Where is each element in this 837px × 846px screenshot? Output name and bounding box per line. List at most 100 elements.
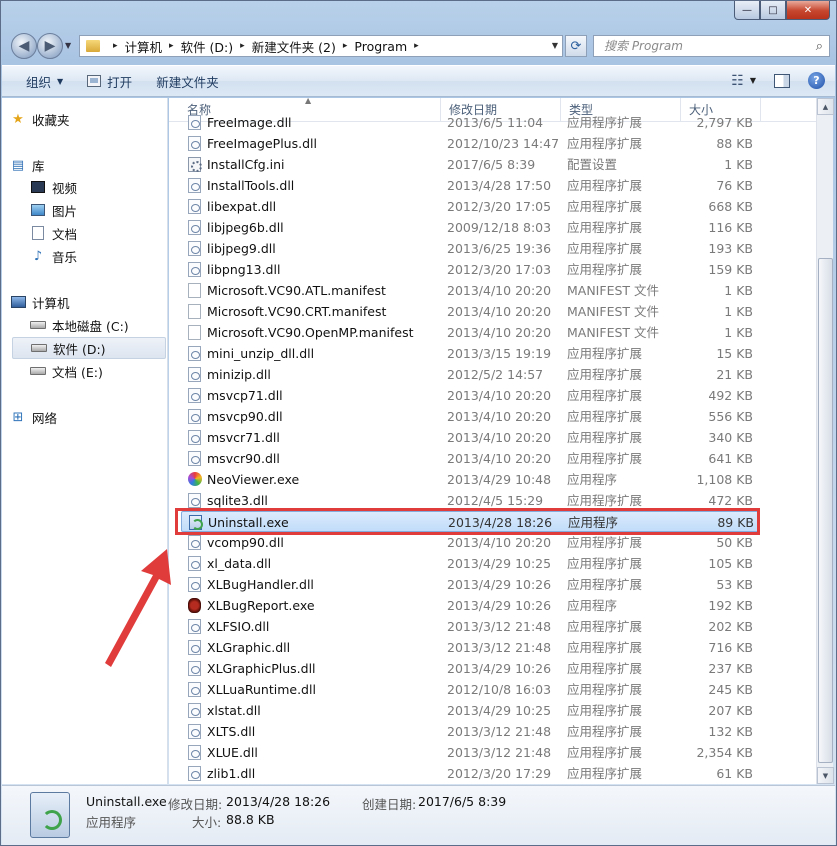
change-view-icon[interactable]: ☷ <box>731 73 744 89</box>
file-row[interactable]: zlib1.dll 2012/3/20 17:29 应用程序扩展 61 KB <box>181 763 759 784</box>
file-row[interactable]: XLUE.dll 2013/3/12 21:48 应用程序扩展 2,354 KB <box>181 742 759 763</box>
address-row: ◀ ▶ ▼ ▸ 计算机 ▸ 软件 (D:) ▸ 新建文件夹 (2) ▸ Prog… <box>9 31 830 61</box>
forward-button[interactable]: ▶ <box>37 33 63 59</box>
file-date: 2012/3/20 17:05 <box>447 199 552 214</box>
dll-icon <box>188 535 201 550</box>
scroll-down-icon[interactable]: ▼ <box>817 767 834 784</box>
minimize-button[interactable]: — <box>734 1 760 20</box>
organize-button[interactable]: 组织 ▼ <box>26 72 63 91</box>
file-row[interactable]: msvcr71.dll 2013/4/10 20:20 应用程序扩展 340 KB <box>181 427 759 448</box>
address-bar[interactable]: ▸ 计算机 ▸ 软件 (D:) ▸ 新建文件夹 (2) ▸ Program ▸ … <box>79 35 563 57</box>
new-folder-button[interactable]: 新建文件夹 <box>156 72 219 91</box>
file-row[interactable]: msvcp71.dll 2013/4/10 20:20 应用程序扩展 492 KB <box>181 385 759 406</box>
preview-pane-icon[interactable] <box>774 73 790 88</box>
file-row[interactable]: Microsoft.VC90.CRT.manifest 2013/4/10 20:… <box>181 301 759 322</box>
sidebar-item-pictures[interactable]: 图片 <box>30 199 77 221</box>
recent-pages-dropdown-icon[interactable]: ▼ <box>65 41 71 50</box>
file-row[interactable]: msvcr90.dll 2013/4/10 20:20 应用程序扩展 641 KB <box>181 448 759 469</box>
file-row[interactable]: XLGraphic.dll 2013/3/12 21:48 应用程序扩展 716 KB <box>181 637 759 658</box>
breadcrumb-separator-icon[interactable]: ▸ <box>169 41 174 51</box>
breadcrumb-drive-d[interactable]: 软件 (D:) <box>181 37 234 56</box>
file-row[interactable]: XLBugHandler.dll 2013/4/29 10:26 应用程序扩展 53 … <box>181 574 759 595</box>
sidebar-item-drive-d[interactable]: 软件 (D:) <box>12 337 166 359</box>
sidebar-item-favorites[interactable]: ★ 收藏夹 <box>10 108 69 130</box>
sidebar-item-documents[interactable]: 文档 <box>30 222 77 244</box>
file-row[interactable]: libpng13.dll 2012/3/20 17:03 应用程序扩展 159 KB <box>181 259 759 280</box>
view-options-dropdown-icon[interactable]: ▼ <box>750 76 756 85</box>
address-dropdown-icon[interactable]: ▼ <box>552 41 558 50</box>
file-name: msvcr71.dll <box>207 430 280 445</box>
help-icon[interactable]: ? <box>808 72 825 89</box>
details-pane: Uninstall.exe 应用程序 修改日期: 2013/4/28 18:26… <box>2 785 835 845</box>
sidebar-item-computer[interactable]: 计算机 <box>10 291 70 313</box>
close-button[interactable]: ✕ <box>786 1 830 20</box>
organize-label: 组织 <box>26 74 52 90</box>
file-row[interactable]: xl_data.dll 2013/4/29 10:25 应用程序扩展 105 KB <box>181 553 759 574</box>
file-name: XLGraphic.dll <box>207 640 291 655</box>
file-row[interactable]: Microsoft.VC90.OpenMP.manifest 2013/4/10 … <box>181 322 759 343</box>
file-size: 61 KB <box>716 766 753 781</box>
breadcrumb-separator-icon[interactable]: ▸ <box>414 41 419 51</box>
file-row[interactable]: FreeImagePlus.dll 2012/10/23 14:47 应用程序扩展 8… <box>181 133 759 154</box>
search-box[interactable]: ⌕ <box>593 35 830 57</box>
refresh-icon: ⟳ <box>570 38 582 54</box>
file-row[interactable]: Microsoft.VC90.ATL.manifest 2013/4/10 20:… <box>181 280 759 301</box>
file-name: XLBugReport.exe <box>207 598 315 613</box>
scroll-up-icon[interactable]: ▲ <box>817 98 834 115</box>
file-type: 应用程序扩展 <box>567 766 643 781</box>
file-type: 应用程序扩展 <box>567 535 643 550</box>
refresh-button[interactable]: ⟳ <box>565 35 587 57</box>
open-icon <box>87 75 102 87</box>
open-button[interactable]: 打开 <box>87 72 132 91</box>
search-input[interactable] <box>602 38 802 54</box>
file-row[interactable]: libjpeg6b.dll 2009/12/18 8:03 应用程序扩展 116 KB <box>181 217 759 238</box>
sidebar-item-drive-e[interactable]: 文档 (E:) <box>30 360 103 382</box>
file-rows: FreeImage.dll 2013/6/5 11:04 应用程序扩展 2,797 K… <box>169 115 816 784</box>
file-date: 2013/4/29 10:48 <box>447 472 552 487</box>
maximize-button[interactable]: □ <box>760 1 786 20</box>
sidebar-item-music[interactable]: ♪ 音乐 <box>30 245 77 267</box>
file-list: 名称 ▲ 修改日期 类型 大小 FreeImage.dll 2013/6/5 11… <box>169 98 816 784</box>
breadcrumb-new-folder-2[interactable]: 新建文件夹 (2) <box>252 37 336 56</box>
file-row[interactable]: libjpeg9.dll 2013/6/25 19:36 应用程序扩展 193 KB <box>181 238 759 259</box>
file-row[interactable]: XLLuaRuntime.dll 2012/10/8 16:03 应用程序扩展 245… <box>181 679 759 700</box>
file-row[interactable]: XLTS.dll 2013/3/12 21:48 应用程序扩展 132 KB <box>181 721 759 742</box>
file-row[interactable]: XLGraphicPlus.dll 2013/4/29 10:26 应用程序扩展 23… <box>181 658 759 679</box>
file-size: 105 KB <box>708 556 753 571</box>
file-row[interactable]: XLFSIO.dll 2013/3/12 21:48 应用程序扩展 202 KB <box>181 616 759 637</box>
breadcrumb-separator-icon[interactable]: ▸ <box>113 41 118 51</box>
search-icon[interactable]: ⌕ <box>816 39 823 54</box>
dll-icon <box>188 136 201 151</box>
vertical-scrollbar[interactable]: ▲ ▼ <box>816 98 834 784</box>
file-row[interactable]: vcomp90.dll 2013/4/10 20:20 应用程序扩展 50 KB <box>181 532 759 553</box>
sidebar-item-libraries[interactable]: ▤ 库 <box>10 154 45 176</box>
file-row[interactable]: NeoViewer.exe 2013/4/29 10:48 应用程序 1,108 KB <box>181 469 759 490</box>
file-type: 应用程序扩展 <box>567 430 643 445</box>
breadcrumb-computer[interactable]: 计算机 <box>125 37 163 56</box>
sidebar-item-network[interactable]: ⊞ 网络 <box>10 406 57 428</box>
file-row[interactable]: XLBugReport.exe 2013/4/29 10:26 应用程序 192 KB <box>181 595 759 616</box>
breadcrumb-separator-icon[interactable]: ▸ <box>343 41 348 51</box>
dll-icon <box>188 199 201 214</box>
scrollbar-thumb[interactable] <box>818 258 833 763</box>
file-row[interactable]: xlstat.dll 2013/4/29 10:25 应用程序扩展 207 KB <box>181 700 759 721</box>
file-name: XLTS.dll <box>207 724 256 739</box>
file-date: 2013/3/12 21:48 <box>447 724 552 739</box>
file-row[interactable]: minizip.dll 2012/5/2 14:57 应用程序扩展 21 KB <box>181 364 759 385</box>
ini-icon <box>188 157 202 172</box>
file-date: 2013/4/10 20:20 <box>447 283 552 298</box>
file-date: 2013/4/10 20:20 <box>447 409 552 424</box>
sidebar-item-videos[interactable]: 视频 <box>30 176 77 198</box>
breadcrumb-program[interactable]: Program <box>354 39 407 54</box>
file-row[interactable]: msvcp90.dll 2013/4/10 20:20 应用程序扩展 556 KB <box>181 406 759 427</box>
file-row[interactable]: mini_unzip_dll.dll 2013/3/15 19:19 应用程序扩展 1… <box>181 343 759 364</box>
file-row[interactable]: libexpat.dll 2012/3/20 17:05 应用程序扩展 668 KB <box>181 196 759 217</box>
file-row[interactable]: FreeImage.dll 2013/6/5 11:04 应用程序扩展 2,797 K… <box>181 112 759 133</box>
back-button[interactable]: ◀ <box>11 33 37 59</box>
dll-icon <box>188 703 201 718</box>
file-name: libjpeg9.dll <box>207 241 276 256</box>
file-row[interactable]: InstallCfg.ini 2017/6/5 8:39 配置设置 1 KB <box>181 154 759 175</box>
file-row[interactable]: InstallTools.dll 2013/4/28 17:50 应用程序扩展 76 … <box>181 175 759 196</box>
sidebar-item-drive-c[interactable]: 本地磁盘 (C:) <box>30 314 129 336</box>
breadcrumb-separator-icon[interactable]: ▸ <box>240 41 245 51</box>
